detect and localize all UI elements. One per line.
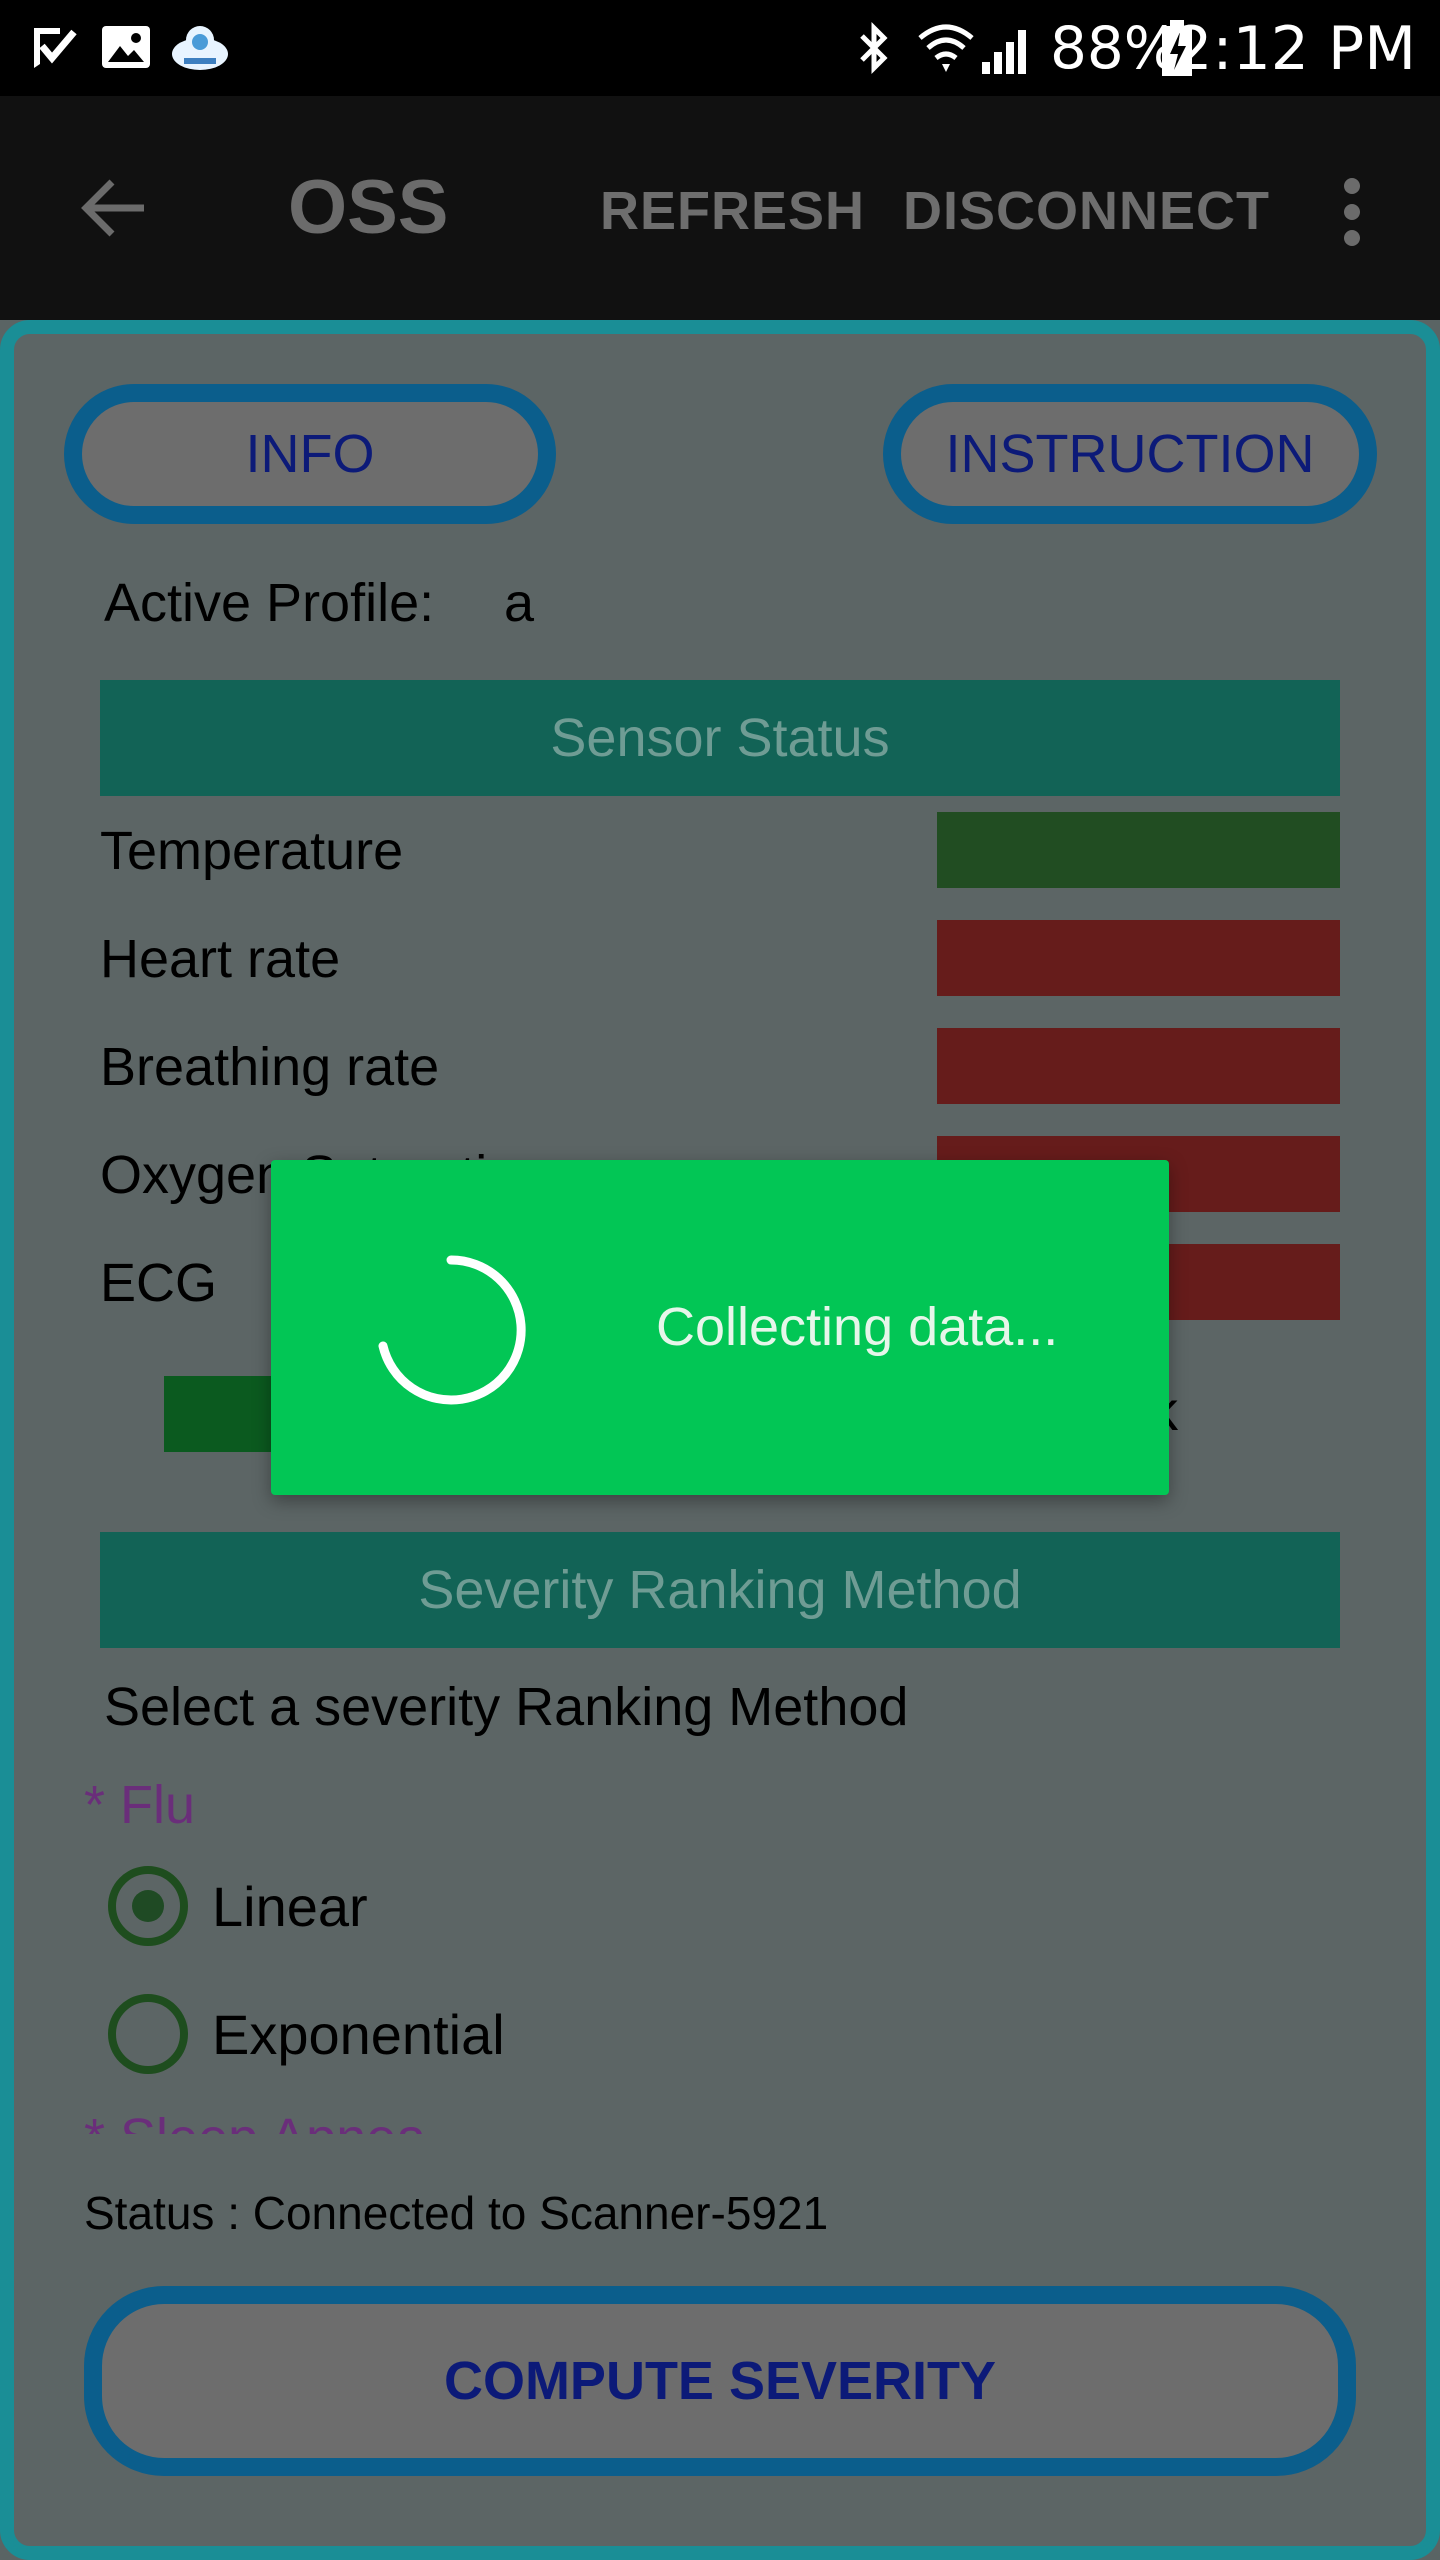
sleep-apnea-label: * Sleep Apnea: [84, 2108, 1384, 2134]
clock: 2:12 PM: [1174, 14, 1416, 84]
active-profile-label: Active Profile:: [104, 573, 435, 633]
flu-label: * Flu: [84, 1775, 196, 1835]
connection-status: Status : Connected to Scanner-5921: [84, 2187, 829, 2239]
bluetooth-icon: [860, 21, 888, 75]
instruction-button[interactable]: INSTRUCTION: [883, 384, 1377, 524]
active-profile-value: a: [504, 573, 535, 633]
loading-message: Collecting data...: [656, 1297, 1059, 1357]
compute-severity-button[interactable]: COMPUTE SEVERITY: [84, 2286, 1356, 2476]
radio-linear[interactable]: [108, 1866, 188, 1946]
sensor-indicator-breathing-rate: [937, 1028, 1340, 1104]
overflow-menu-icon[interactable]: [1338, 176, 1366, 248]
info-button[interactable]: INFO: [64, 384, 556, 524]
refresh-button[interactable]: REFRESH: [600, 180, 865, 242]
severity-prompt: Select a severity Ranking Method: [104, 1677, 909, 1737]
scroll-clip: * Sleep Apnea: [84, 2108, 1384, 2134]
sensor-indicator-temperature: [937, 812, 1340, 888]
sensor-label-breathing-rate: Breathing rate: [100, 1037, 440, 1097]
radio-exponential-label[interactable]: Exponential: [212, 2002, 505, 2067]
app-bar: OSS REFRESH DISCONNECT: [0, 96, 1440, 320]
app-cloud-icon: [172, 26, 228, 70]
wifi-icon: [918, 24, 974, 72]
image-icon: [102, 26, 150, 68]
sensor-label-ecg: ECG: [100, 1253, 218, 1313]
sensor-status-header: Sensor Status: [100, 680, 1340, 796]
radio-selected-dot: [132, 1890, 164, 1922]
sensor-label-heart-rate: Heart rate: [100, 929, 341, 989]
loading-spinner-icon: [378, 1255, 526, 1405]
severity-ranking-header: Severity Ranking Method: [100, 1532, 1340, 1648]
sensor-indicator-heart-rate: [937, 920, 1340, 996]
radio-linear-label[interactable]: Linear: [212, 1874, 368, 1939]
radio-exponential[interactable]: [108, 1994, 188, 2074]
back-arrow-icon[interactable]: [78, 176, 148, 240]
task-check-icon: [34, 28, 77, 68]
app-title: OSS: [288, 165, 449, 250]
status-bar: 88% 2:12 PM: [0, 0, 1440, 96]
loading-dialog: Collecting data...: [271, 1160, 1169, 1495]
signal-icon: [982, 30, 1026, 74]
sensor-label-temperature: Temperature: [100, 821, 404, 881]
disconnect-button[interactable]: DISCONNECT: [903, 180, 1270, 242]
